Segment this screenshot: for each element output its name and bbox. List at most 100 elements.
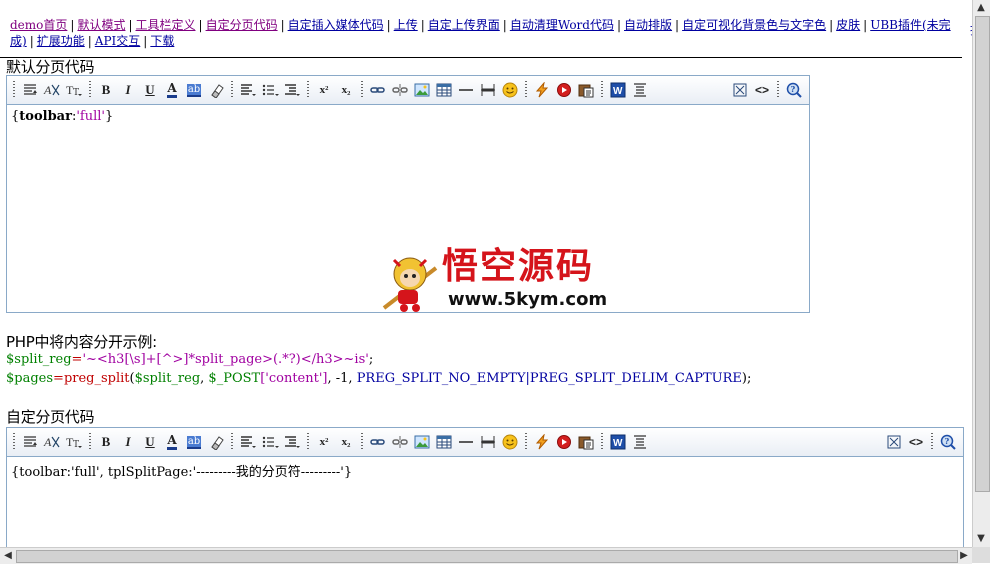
- table-icon[interactable]: [434, 80, 454, 100]
- nav-separator: |: [29, 34, 34, 48]
- align-icon[interactable]: [238, 432, 258, 452]
- bold-icon[interactable]: B: [96, 80, 116, 100]
- nav-separator: |: [386, 18, 391, 32]
- superscript-icon[interactable]: x²: [314, 80, 334, 100]
- nav-link[interactable]: 工具栏定义: [136, 18, 196, 32]
- nav-link[interactable]: API交互: [95, 34, 140, 48]
- nav-separator: |: [70, 18, 75, 32]
- section1-title: 默认分页代码: [6, 58, 95, 76]
- subscript-icon[interactable]: x₂: [336, 80, 356, 100]
- editor-toolbar: A TT B I U A ab x² x₂ W <> ?: [7, 76, 809, 105]
- clean-icon[interactable]: [630, 80, 650, 100]
- nav-link[interactable]: 下载: [150, 34, 174, 48]
- nav-link[interactable]: 自定分页代码: [206, 18, 278, 32]
- subscript-icon[interactable]: x₂: [336, 432, 356, 452]
- clean-icon[interactable]: [630, 432, 650, 452]
- media-icon[interactable]: [554, 80, 574, 100]
- nav-separator: |: [502, 18, 507, 32]
- subscript-label: x₂: [341, 436, 351, 448]
- about-icon[interactable]: ?: [784, 80, 804, 100]
- remove-format-icon[interactable]: [206, 432, 226, 452]
- font-size-icon[interactable]: TT: [64, 432, 84, 452]
- font-color-icon[interactable]: A: [162, 80, 182, 100]
- image-icon[interactable]: [412, 432, 432, 452]
- nav-link[interactable]: 扩展功能: [37, 34, 85, 48]
- svg-text:?: ?: [791, 84, 796, 94]
- bold-icon[interactable]: B: [96, 432, 116, 452]
- underline-icon[interactable]: U: [140, 80, 160, 100]
- nav-link[interactable]: 默认模式: [77, 18, 125, 32]
- svg-text:?: ?: [945, 436, 950, 446]
- align-icon[interactable]: [238, 80, 258, 100]
- emoticon-icon[interactable]: [500, 80, 520, 100]
- nav-link[interactable]: 自定上传界面: [428, 18, 500, 32]
- nav-link[interactable]: 自定插入媒体代码: [288, 18, 384, 32]
- font-icon[interactable]: A: [42, 432, 62, 452]
- link-icon[interactable]: [368, 432, 388, 452]
- nav-link[interactable]: 上传: [394, 18, 418, 32]
- paragraph-icon[interactable]: [20, 80, 40, 100]
- scroll-up-icon[interactable]: ▲: [973, 0, 989, 16]
- font-color-icon[interactable]: A: [162, 432, 182, 452]
- nav-link[interactable]: 自定可视化背景色与文字色: [682, 18, 826, 32]
- nav-link[interactable]: 皮肤: [836, 18, 860, 32]
- page-break-icon[interactable]: [478, 80, 498, 100]
- unlink-icon[interactable]: [390, 80, 410, 100]
- toolbar-separator: [13, 81, 15, 99]
- vertical-scrollbar[interactable]: ▲ ▼: [972, 0, 990, 547]
- scroll-down-icon[interactable]: ▼: [973, 531, 989, 547]
- background-color-icon[interactable]: ab: [184, 80, 204, 100]
- svg-text:T: T: [73, 88, 79, 98]
- svg-text:A: A: [43, 83, 52, 97]
- scroll-right-icon[interactable]: ▶: [956, 548, 972, 564]
- remove-format-icon[interactable]: [206, 80, 226, 100]
- page-break-icon[interactable]: [478, 432, 498, 452]
- flash-icon[interactable]: [532, 80, 552, 100]
- nav-link[interactable]: 自动排版: [624, 18, 672, 32]
- paragraph-icon[interactable]: [20, 432, 40, 452]
- underline-icon[interactable]: U: [140, 432, 160, 452]
- paste-text-icon[interactable]: [576, 80, 596, 100]
- nav-link[interactable]: 自动清理Word代码: [510, 18, 614, 32]
- source-icon[interactable]: <>: [752, 80, 772, 100]
- paste-text-icon[interactable]: [576, 432, 596, 452]
- horizontal-rule-icon[interactable]: [456, 80, 476, 100]
- horizontal-rule-icon[interactable]: [456, 432, 476, 452]
- outdent-icon[interactable]: [282, 80, 302, 100]
- italic-icon[interactable]: I: [118, 432, 138, 452]
- fullscreen-icon[interactable]: [730, 80, 750, 100]
- word-icon[interactable]: W: [608, 80, 628, 100]
- emoticon-icon[interactable]: [500, 432, 520, 452]
- toolbar-separator: [601, 433, 603, 451]
- list-icon[interactable]: [260, 432, 280, 452]
- background-color-icon[interactable]: ab: [184, 432, 204, 452]
- flash-icon[interactable]: [532, 432, 552, 452]
- func-preg-split: preg_split: [63, 371, 130, 386]
- font-icon[interactable]: A: [42, 80, 62, 100]
- about-icon[interactable]: ?: [938, 432, 958, 452]
- image-icon[interactable]: [412, 80, 432, 100]
- toolbar-separator: [525, 81, 527, 99]
- var-pages: $pages: [6, 371, 54, 386]
- horizontal-scroll-thumb[interactable]: [16, 550, 958, 563]
- source-icon[interactable]: <>: [906, 432, 926, 452]
- vertical-scroll-thumb[interactable]: [975, 16, 990, 492]
- superscript-icon[interactable]: x²: [314, 432, 334, 452]
- font-size-icon[interactable]: TT: [64, 80, 84, 100]
- nav-link[interactable]: demo首页: [10, 18, 67, 32]
- outdent-icon[interactable]: [282, 432, 302, 452]
- italic-icon[interactable]: I: [118, 80, 138, 100]
- fullscreen-icon[interactable]: [884, 432, 904, 452]
- background-color-label: ab: [186, 83, 202, 97]
- table-icon[interactable]: [434, 432, 454, 452]
- horizontal-scrollbar[interactable]: ◀ ▶: [0, 547, 972, 564]
- arg-post: $_POST: [208, 371, 261, 386]
- media-icon[interactable]: [554, 432, 574, 452]
- list-icon[interactable]: [260, 80, 280, 100]
- word-icon[interactable]: W: [608, 432, 628, 452]
- statement-end: ;: [368, 352, 374, 367]
- unlink-icon[interactable]: [390, 432, 410, 452]
- link-icon[interactable]: [368, 80, 388, 100]
- editor-content[interactable]: {toolbar:'full', tplSplitPage:'---------…: [7, 457, 963, 547]
- scroll-left-icon[interactable]: ◀: [0, 548, 16, 564]
